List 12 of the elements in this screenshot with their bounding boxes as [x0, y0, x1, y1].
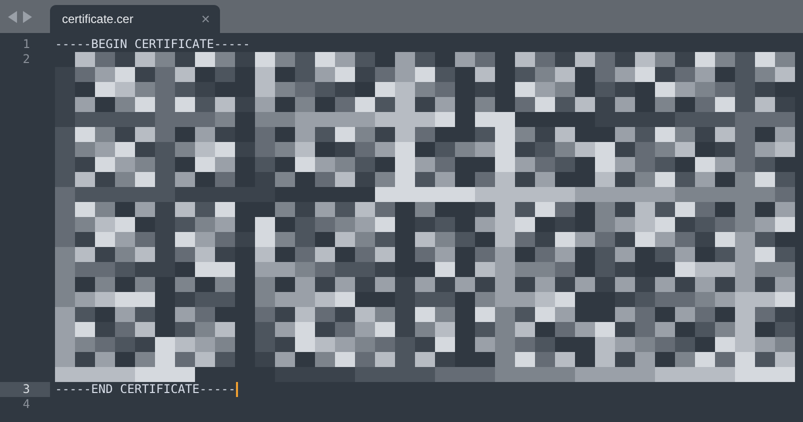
back-icon[interactable]: [8, 10, 18, 22]
close-button[interactable]: ×: [201, 10, 210, 28]
code-line: -----END CERTIFICATE-----: [55, 382, 236, 397]
text-cursor: [236, 382, 238, 397]
line-number: 4: [22, 397, 31, 412]
forward-icon[interactable]: [22, 10, 32, 22]
tab-title: certificate.cer: [62, 12, 134, 26]
file-tab[interactable]: certificate.cer ×: [50, 5, 220, 33]
line-number: 1: [22, 37, 31, 52]
line-number: 2: [22, 52, 31, 67]
code-line: -----BEGIN CERTIFICATE-----: [55, 37, 250, 52]
line-number: 3: [0, 382, 50, 397]
